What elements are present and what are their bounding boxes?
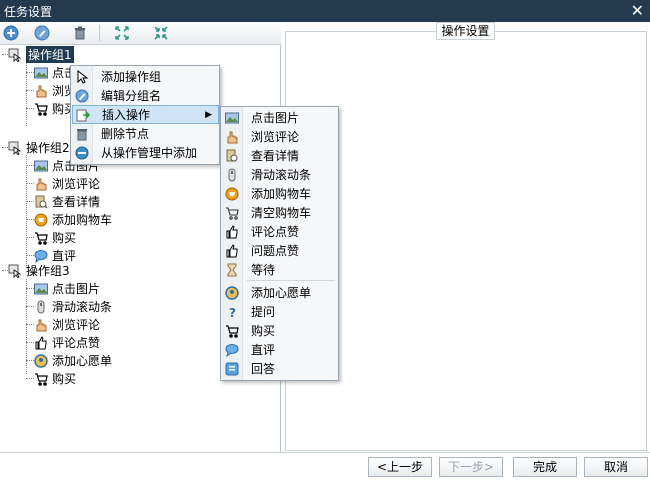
expand-icon[interactable] xyxy=(112,24,132,42)
menu-item-delete-node[interactable]: 删除节点 xyxy=(72,124,219,143)
menu-item-add-from-manager[interactable]: 从操作管理中添加 xyxy=(72,143,219,162)
scroll-icon xyxy=(224,167,240,183)
tree-item[interactable]: 滑动滚动条 xyxy=(26,298,112,315)
submenu-item-like-comment[interactable]: 评论点赞 xyxy=(222,222,338,241)
tree-group-3[interactable]: 操作组3 xyxy=(2,262,70,279)
menu-item-add-group[interactable]: 添加操作组 xyxy=(72,67,219,86)
tree-item[interactable]: 浏览评论 xyxy=(26,316,100,333)
cancel-button[interactable]: 取消 xyxy=(584,457,648,477)
tree-item[interactable]: 浏览评论 xyxy=(26,175,100,192)
submenu-item-view-details[interactable]: 查看详情 xyxy=(222,146,338,165)
tree-item[interactable]: 评论点赞 xyxy=(26,334,100,351)
tree-item[interactable]: 购买 xyxy=(26,370,76,387)
image-icon xyxy=(34,282,48,296)
operation-settings-panel xyxy=(285,31,647,451)
context-menu: 添加操作组 编辑分组名 插入操作 ▶ 删除节点 从操作管理中添加 xyxy=(70,65,220,165)
detail-icon xyxy=(34,195,48,209)
cart-add-icon xyxy=(34,213,48,227)
toolbar-separator xyxy=(99,25,100,41)
tree-item[interactable]: 添加心愿单 xyxy=(26,352,112,369)
tree-group-2[interactable]: 操作组2 xyxy=(2,139,70,156)
submenu-item-wait[interactable]: 等待 xyxy=(222,260,338,279)
insert-operation-submenu: 点击图片 浏览评论 查看详情 滑动滚动条 添加购物车 清空购物车 评论点赞 问题… xyxy=(220,106,339,381)
trash-icon[interactable] xyxy=(70,24,90,42)
submenu-item-add-wishlist[interactable]: 添加心愿单 xyxy=(222,283,338,302)
trash-icon xyxy=(74,126,90,142)
group-icon xyxy=(8,141,22,155)
submenu-arrow-icon: ▶ xyxy=(205,109,212,120)
submenu-item-ask[interactable]: ? 提问 xyxy=(222,302,338,321)
footer-bar: <上一步 下一步> 完成 取消 xyxy=(0,452,650,481)
hand-icon xyxy=(34,84,48,98)
detail-icon xyxy=(224,148,240,164)
thumbs-up-icon xyxy=(34,335,48,350)
tree-item[interactable]: 点击图片 xyxy=(26,280,100,297)
submenu-item-browse-comments[interactable]: 浏览评论 xyxy=(222,127,338,146)
close-icon[interactable]: ✕ xyxy=(631,1,644,20)
cart-buy-icon xyxy=(34,102,48,116)
collapse-icon[interactable] xyxy=(151,24,171,42)
tree-item[interactable]: 购买 xyxy=(26,229,76,246)
cart-add-icon xyxy=(224,186,240,202)
cursor-icon xyxy=(74,69,90,85)
main-area: 操作组1 点击图片 浏览评论 购买 xyxy=(0,22,650,452)
answer-icon xyxy=(224,361,240,377)
edit-circle-icon xyxy=(74,88,90,104)
edit-circle-icon[interactable] xyxy=(32,24,52,42)
submenu-item-scroll[interactable]: 滑动滚动条 xyxy=(222,165,338,184)
window-title: 任务设置 xyxy=(4,5,53,19)
prev-step-button[interactable]: <上一步 xyxy=(368,457,432,477)
svg-text:?: ? xyxy=(229,306,236,319)
cart-buy-icon xyxy=(34,372,48,386)
submenu-item-add-to-cart[interactable]: 添加购物车 xyxy=(222,184,338,203)
insert-icon xyxy=(75,107,91,123)
scroll-icon xyxy=(34,300,48,314)
submenu-separator xyxy=(247,280,335,281)
submenu-item-click-image[interactable]: 点击图片 xyxy=(222,108,338,127)
image-icon xyxy=(34,159,48,173)
next-step-button[interactable]: 下一步> xyxy=(439,457,503,477)
thumbs-up-icon xyxy=(224,224,240,240)
submenu-item-like-question[interactable]: 问题点赞 xyxy=(222,241,338,260)
hand-icon xyxy=(34,177,48,191)
group-icon xyxy=(8,48,22,62)
hourglass-icon xyxy=(224,262,240,278)
operation-settings-title: 操作设置 xyxy=(436,22,495,40)
cart-buy-icon xyxy=(34,231,48,245)
comment-icon xyxy=(224,342,240,358)
menu-item-edit-group[interactable]: 编辑分组名 xyxy=(72,86,219,105)
tree-connector xyxy=(26,155,27,268)
submenu-item-answer[interactable]: 回答 xyxy=(222,359,338,378)
image-icon xyxy=(224,110,240,126)
tree-toolbar xyxy=(0,22,281,45)
manage-icon xyxy=(74,145,90,161)
tree-group-1[interactable]: 操作组1 xyxy=(2,46,74,63)
hand-icon xyxy=(224,129,240,145)
cart-empty-icon xyxy=(224,205,240,221)
hand-icon xyxy=(34,318,48,332)
finish-button[interactable]: 完成 xyxy=(513,457,577,477)
question-icon: ? xyxy=(224,304,240,320)
tree-item[interactable]: 查看详情 xyxy=(26,193,100,210)
group-icon xyxy=(8,264,22,278)
wishlist-icon xyxy=(224,285,240,301)
wishlist-icon xyxy=(34,353,48,368)
submenu-item-direct-review[interactable]: 直评 xyxy=(222,340,338,359)
cart-buy-icon xyxy=(224,323,240,339)
image-icon xyxy=(34,66,48,80)
submenu-item-buy[interactable]: 购买 xyxy=(222,321,338,340)
menu-item-insert-operation[interactable]: 插入操作 ▶ xyxy=(72,105,219,124)
thumbs-up-icon xyxy=(224,243,240,259)
comment-icon xyxy=(34,249,48,263)
add-circle-icon[interactable] xyxy=(1,24,21,42)
tree-item[interactable]: 添加购物车 xyxy=(26,211,112,228)
submenu-item-empty-cart[interactable]: 清空购物车 xyxy=(222,203,338,222)
title-bar: 任务设置 ✕ xyxy=(0,0,650,22)
